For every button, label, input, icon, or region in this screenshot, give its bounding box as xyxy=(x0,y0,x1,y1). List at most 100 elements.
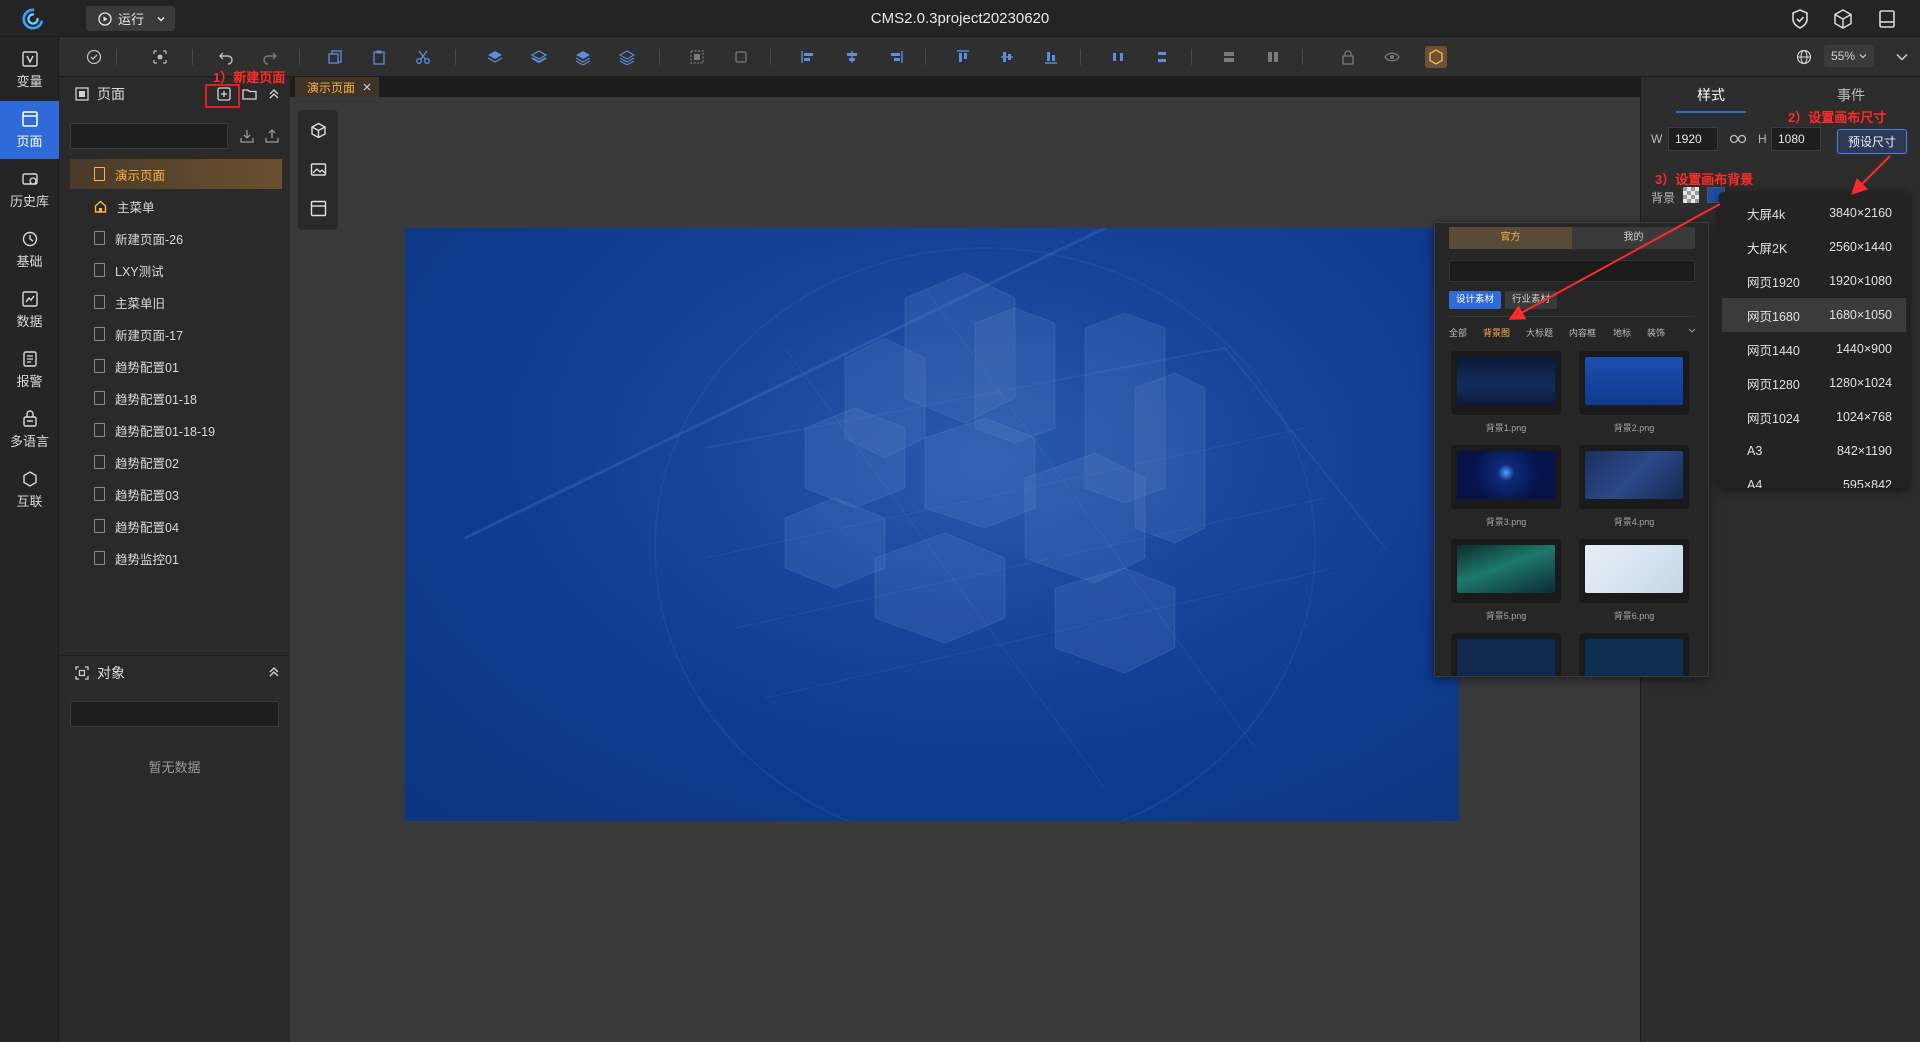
tab-demo-page[interactable]: 演示页面 xyxy=(295,77,380,97)
collapse-toolbar-icon[interactable] xyxy=(1894,49,1910,65)
send-to-back-icon[interactable] xyxy=(531,49,547,65)
rail-item-interconnect[interactable]: 互联 xyxy=(0,461,59,519)
bg-thumb-2[interactable] xyxy=(1579,351,1689,415)
category-title[interactable]: 大标题 xyxy=(1526,326,1553,339)
align-right-icon[interactable] xyxy=(888,49,904,65)
page-item[interactable]: LXY测试 xyxy=(70,255,282,285)
rail-item-page[interactable]: 页面 xyxy=(0,101,59,159)
category-background[interactable]: 背景图 xyxy=(1483,326,1510,339)
category-content-box[interactable]: 内容框 xyxy=(1569,326,1596,339)
rail-item-language[interactable]: 多语言 xyxy=(0,401,59,459)
tab-style[interactable]: 样式 xyxy=(1641,77,1781,113)
preview-icon[interactable] xyxy=(152,49,168,65)
cut-icon[interactable] xyxy=(415,49,431,65)
rail-item-alarm[interactable]: 报警 xyxy=(0,341,59,399)
bg-thumb-3[interactable] xyxy=(1451,445,1561,509)
chip-industry-assets[interactable]: 行业素材 xyxy=(1505,291,1558,309)
link-ratio-icon[interactable] xyxy=(1729,134,1747,144)
page-item[interactable]: 主菜单旧 xyxy=(70,287,282,317)
same-width-icon[interactable] xyxy=(1221,49,1237,65)
page-item[interactable]: 趋势配置01-18 xyxy=(70,383,282,413)
component-icon[interactable] xyxy=(1425,46,1447,68)
page-item[interactable]: 趋势配置01 xyxy=(70,351,282,381)
bg-thumb-7[interactable] xyxy=(1451,633,1561,676)
cube-icon[interactable] xyxy=(1832,8,1854,30)
page-item[interactable]: 演示页面 xyxy=(70,159,282,189)
preset-option[interactable]: 网页1280 1280×1024 xyxy=(1722,366,1906,400)
visibility-icon[interactable] xyxy=(1384,49,1400,65)
folder-icon[interactable] xyxy=(242,87,257,101)
bg-thumb-6[interactable] xyxy=(1579,539,1689,603)
page-item[interactable]: 趋势监控01 xyxy=(70,543,282,573)
redo-icon[interactable] xyxy=(262,49,278,65)
bg-thumb-8[interactable] xyxy=(1579,633,1689,676)
align-left-icon[interactable] xyxy=(800,49,816,65)
preset-option[interactable]: 大屏4k 3840×2160 xyxy=(1722,196,1906,230)
export-icon[interactable] xyxy=(265,129,279,143)
page-item[interactable]: 主菜单 xyxy=(70,191,282,221)
preset-option[interactable]: 网页1024 1024×768 xyxy=(1722,400,1906,434)
bg-tab-official[interactable]: 官方 xyxy=(1449,227,1572,249)
preset-option[interactable]: A3 842×1190 xyxy=(1722,434,1906,468)
design-canvas[interactable] xyxy=(405,228,1459,821)
bg-thumb-4[interactable] xyxy=(1579,445,1689,509)
undo-icon[interactable] xyxy=(218,49,234,65)
group-icon[interactable] xyxy=(689,49,705,65)
globe-icon[interactable] xyxy=(1796,49,1812,65)
rail-item-basic[interactable]: 基础 xyxy=(0,221,59,279)
bring-to-front-icon[interactable] xyxy=(487,49,503,65)
page-search-input[interactable] xyxy=(70,123,228,149)
page-item[interactable]: 趋势配置03 xyxy=(70,479,282,509)
preset-option[interactable]: A4 595×842 xyxy=(1722,468,1906,488)
send-backward-icon[interactable] xyxy=(619,49,635,65)
preset-option[interactable]: 网页1440 1440×900 xyxy=(1722,332,1906,366)
chip-design-assets[interactable]: 设计素材 xyxy=(1449,291,1502,309)
category-all[interactable]: 全部 xyxy=(1449,326,1467,339)
component-library-icon[interactable] xyxy=(310,122,327,139)
bring-forward-icon[interactable] xyxy=(575,49,591,65)
page-item[interactable]: 趋势配置04 xyxy=(70,511,282,541)
category-decoration[interactable]: 装饰 xyxy=(1647,326,1665,339)
bg-search-input[interactable] xyxy=(1449,260,1695,282)
object-search-input[interactable] xyxy=(70,701,279,727)
preset-option[interactable]: 网页1680 1680×1050 xyxy=(1722,298,1906,332)
page-item[interactable]: 趋势配置01-18-19 xyxy=(70,415,282,445)
lock-icon[interactable] xyxy=(1340,49,1356,65)
distribute-horizontal-icon[interactable] xyxy=(1110,49,1126,65)
align-center-icon[interactable] xyxy=(844,49,860,65)
rail-item-history[interactable]: 历史库 xyxy=(0,161,59,219)
image-library-icon[interactable] xyxy=(310,161,327,178)
template-icon[interactable] xyxy=(310,200,327,217)
same-height-icon[interactable] xyxy=(1265,49,1281,65)
collapse-up-icon[interactable] xyxy=(268,88,280,100)
rail-item-variable[interactable]: 变量 xyxy=(0,41,59,99)
preset-size-button[interactable]: 预设尺寸 xyxy=(1837,129,1907,154)
page-item[interactable]: 新建页面-26 xyxy=(70,223,282,253)
align-bottom-icon[interactable] xyxy=(1043,49,1059,65)
ungroup-icon[interactable] xyxy=(733,49,749,65)
check-circle-icon[interactable] xyxy=(86,49,102,65)
copy-icon[interactable] xyxy=(327,49,343,65)
category-landmark[interactable]: 地标 xyxy=(1613,326,1631,339)
chevron-down-icon[interactable] xyxy=(1688,328,1696,334)
bg-thumb-5[interactable] xyxy=(1451,539,1561,603)
zoom-select[interactable]: 55% xyxy=(1824,45,1874,67)
import-icon[interactable] xyxy=(240,129,254,143)
preset-option[interactable]: 网页1920 1920×1080 xyxy=(1722,264,1906,298)
height-input[interactable]: 1080 xyxy=(1771,127,1821,151)
paste-icon[interactable] xyxy=(371,49,387,65)
distribute-vertical-icon[interactable] xyxy=(1154,49,1170,65)
collapse-up-icon[interactable] xyxy=(268,666,280,678)
align-middle-icon[interactable] xyxy=(999,49,1015,65)
bg-thumb-1[interactable] xyxy=(1451,351,1561,415)
preset-option[interactable]: 大屏2K 2560×1440 xyxy=(1722,230,1906,264)
transparent-swatch[interactable] xyxy=(1683,187,1699,203)
page-item[interactable]: 新建页面-17 xyxy=(70,319,282,349)
run-button[interactable]: 运行 xyxy=(86,6,175,31)
rail-item-data[interactable]: 数据 xyxy=(0,281,59,339)
shield-check-icon[interactable] xyxy=(1789,8,1811,30)
bg-tab-mine[interactable]: 我的 xyxy=(1572,227,1695,249)
align-top-icon[interactable] xyxy=(955,49,971,65)
layout-icon[interactable] xyxy=(1876,8,1898,30)
width-input[interactable]: 1920 xyxy=(1668,127,1718,151)
